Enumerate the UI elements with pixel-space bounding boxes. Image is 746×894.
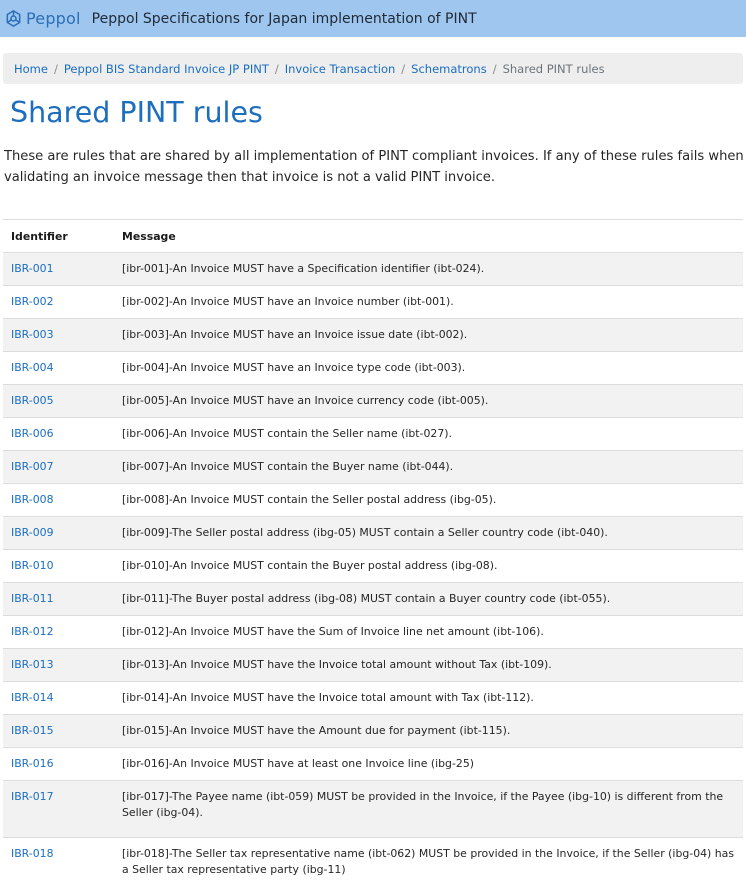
rule-identifier-cell: IBR-013 xyxy=(3,649,114,682)
table-header-row: Identifier Message xyxy=(3,220,743,253)
rule-identifier-link[interactable]: IBR-011 xyxy=(11,592,54,605)
rule-identifier-link[interactable]: IBR-006 xyxy=(11,427,54,440)
rule-identifier-link[interactable]: IBR-013 xyxy=(11,658,54,671)
breadcrumb-separator: / xyxy=(54,62,58,76)
rules-table: Identifier Message IBR-001 [ibr-001]-An I… xyxy=(3,219,743,894)
rule-message-cell: [ibr-011]-The Buyer postal address (ibg-… xyxy=(114,583,743,616)
rule-identifier-cell: IBR-014 xyxy=(3,682,114,715)
rule-message-cell: [ibr-005]-An Invoice MUST have an Invoic… xyxy=(114,385,743,418)
rule-identifier-link[interactable]: IBR-002 xyxy=(11,295,54,308)
table-row: IBR-017 [ibr-017]-The Payee name (ibt-059… xyxy=(3,781,743,838)
rule-identifier-link[interactable]: IBR-008 xyxy=(11,493,54,506)
rule-identifier-cell: IBR-003 xyxy=(3,319,114,352)
rule-identifier-link[interactable]: IBR-004 xyxy=(11,361,54,374)
rule-message-cell: [ibr-001]-An Invoice MUST have a Specifi… xyxy=(114,253,743,286)
rule-message-cell: [ibr-018]-The Seller tax representative … xyxy=(114,838,743,894)
table-row: IBR-011 [ibr-011]-The Buyer postal addres… xyxy=(3,583,743,616)
site-title[interactable]: Peppol Specifications for Japan implemen… xyxy=(92,11,477,27)
table-row: IBR-002 [ibr-002]-An Invoice MUST have an… xyxy=(3,286,743,319)
rule-identifier-cell: IBR-006 xyxy=(3,418,114,451)
rule-identifier-cell: IBR-018 xyxy=(3,838,114,894)
breadcrumb-home-link[interactable]: Home xyxy=(14,62,48,76)
table-row: IBR-010 [ibr-010]-An Invoice MUST contain… xyxy=(3,550,743,583)
rule-message-cell: [ibr-010]-An Invoice MUST contain the Bu… xyxy=(114,550,743,583)
table-row: IBR-008 [ibr-008]-An Invoice MUST contain… xyxy=(3,484,743,517)
rule-identifier-link[interactable]: IBR-005 xyxy=(11,394,54,407)
logo-text: Peppol xyxy=(26,9,81,28)
rule-identifier-link[interactable]: IBR-007 xyxy=(11,460,54,473)
table-row: IBR-015 [ibr-015]-An Invoice MUST have th… xyxy=(3,715,743,748)
rule-message-cell: [ibr-009]-The Seller postal address (ibg… xyxy=(114,517,743,550)
breadcrumb-separator: / xyxy=(275,62,279,76)
rule-identifier-cell: IBR-011 xyxy=(3,583,114,616)
table-row: IBR-007 [ibr-007]-An Invoice MUST contain… xyxy=(3,451,743,484)
rule-identifier-link[interactable]: IBR-010 xyxy=(11,559,54,572)
rule-message-cell: [ibr-008]-An Invoice MUST contain the Se… xyxy=(114,484,743,517)
rule-message-cell: [ibr-006]-An Invoice MUST contain the Se… xyxy=(114,418,743,451)
rule-message-cell: [ibr-016]-An Invoice MUST have at least … xyxy=(114,748,743,781)
rule-identifier-cell: IBR-016 xyxy=(3,748,114,781)
table-row: IBR-001 [ibr-001]-An Invoice MUST have a … xyxy=(3,253,743,286)
breadcrumb-schematrons-link[interactable]: Schematrons xyxy=(411,62,487,76)
breadcrumb-bis-link[interactable]: Peppol BIS Standard Invoice JP PINT xyxy=(64,62,269,76)
breadcrumb-current: Shared PINT rules xyxy=(503,62,605,76)
breadcrumb: Home / Peppol BIS Standard Invoice JP PI… xyxy=(3,53,743,84)
rule-message-cell: [ibr-014]-An Invoice MUST have the Invoi… xyxy=(114,682,743,715)
rule-message-cell: [ibr-004]-An Invoice MUST have an Invoic… xyxy=(114,352,743,385)
rule-message-cell: [ibr-015]-An Invoice MUST have the Amoun… xyxy=(114,715,743,748)
rule-identifier-link[interactable]: IBR-012 xyxy=(11,625,54,638)
rule-identifier-cell: IBR-009 xyxy=(3,517,114,550)
rule-message-cell: [ibr-003]-An Invoice MUST have an Invoic… xyxy=(114,319,743,352)
top-navbar: Peppol Peppol Specifications for Japan i… xyxy=(0,0,746,37)
table-row: IBR-018 [ibr-018]-The Seller tax represen… xyxy=(3,838,743,894)
rule-identifier-link[interactable]: IBR-001 xyxy=(11,262,54,275)
page-title: Shared PINT rules xyxy=(10,96,263,129)
table-row: IBR-005 [ibr-005]-An Invoice MUST have an… xyxy=(3,385,743,418)
column-header-message: Message xyxy=(114,220,743,253)
table-row: IBR-012 [ibr-012]-An Invoice MUST have th… xyxy=(3,616,743,649)
rule-identifier-cell: IBR-007 xyxy=(3,451,114,484)
rule-identifier-link[interactable]: IBR-015 xyxy=(11,724,54,737)
table-row: IBR-014 [ibr-014]-An Invoice MUST have th… xyxy=(3,682,743,715)
rule-identifier-link[interactable]: IBR-014 xyxy=(11,691,54,704)
rule-identifier-cell: IBR-012 xyxy=(3,616,114,649)
rule-identifier-link[interactable]: IBR-009 xyxy=(11,526,54,539)
rule-identifier-cell: IBR-001 xyxy=(3,253,114,286)
rule-identifier-cell: IBR-002 xyxy=(3,286,114,319)
rules-table-body: IBR-001 [ibr-001]-An Invoice MUST have a … xyxy=(3,253,743,894)
breadcrumb-separator: / xyxy=(401,62,405,76)
table-row: IBR-013 [ibr-013]-An Invoice MUST have th… xyxy=(3,649,743,682)
rule-identifier-cell: IBR-015 xyxy=(3,715,114,748)
table-row: IBR-003 [ibr-003]-An Invoice MUST have an… xyxy=(3,319,743,352)
rule-message-cell: [ibr-002]-An Invoice MUST have an Invoic… xyxy=(114,286,743,319)
peppol-logo-icon xyxy=(4,9,23,28)
rule-identifier-link[interactable]: IBR-018 xyxy=(11,847,54,860)
table-row: IBR-006 [ibr-006]-An Invoice MUST contain… xyxy=(3,418,743,451)
table-row: IBR-004 [ibr-004]-An Invoice MUST have an… xyxy=(3,352,743,385)
rule-identifier-link[interactable]: IBR-003 xyxy=(11,328,54,341)
peppol-logo[interactable]: Peppol xyxy=(4,0,81,37)
rule-identifier-cell: IBR-004 xyxy=(3,352,114,385)
rule-identifier-link[interactable]: IBR-016 xyxy=(11,757,54,770)
rule-identifier-cell: IBR-017 xyxy=(3,781,114,838)
rule-identifier-cell: IBR-008 xyxy=(3,484,114,517)
rule-message-cell: [ibr-013]-An Invoice MUST have the Invoi… xyxy=(114,649,743,682)
table-row: IBR-016 [ibr-016]-An Invoice MUST have at… xyxy=(3,748,743,781)
rule-message-cell: [ibr-007]-An Invoice MUST contain the Bu… xyxy=(114,451,743,484)
breadcrumb-transaction-link[interactable]: Invoice Transaction xyxy=(285,62,396,76)
rule-message-cell: [ibr-012]-An Invoice MUST have the Sum o… xyxy=(114,616,743,649)
rule-identifier-cell: IBR-005 xyxy=(3,385,114,418)
rule-identifier-link[interactable]: IBR-017 xyxy=(11,790,54,803)
breadcrumb-separator: / xyxy=(493,62,497,76)
rule-identifier-cell: IBR-010 xyxy=(3,550,114,583)
rule-message-cell: [ibr-017]-The Payee name (ibt-059) MUST … xyxy=(114,781,743,838)
intro-paragraph: These are rules that are shared by all i… xyxy=(4,146,746,188)
column-header-identifier: Identifier xyxy=(3,220,114,253)
table-row: IBR-009 [ibr-009]-The Seller postal addre… xyxy=(3,517,743,550)
